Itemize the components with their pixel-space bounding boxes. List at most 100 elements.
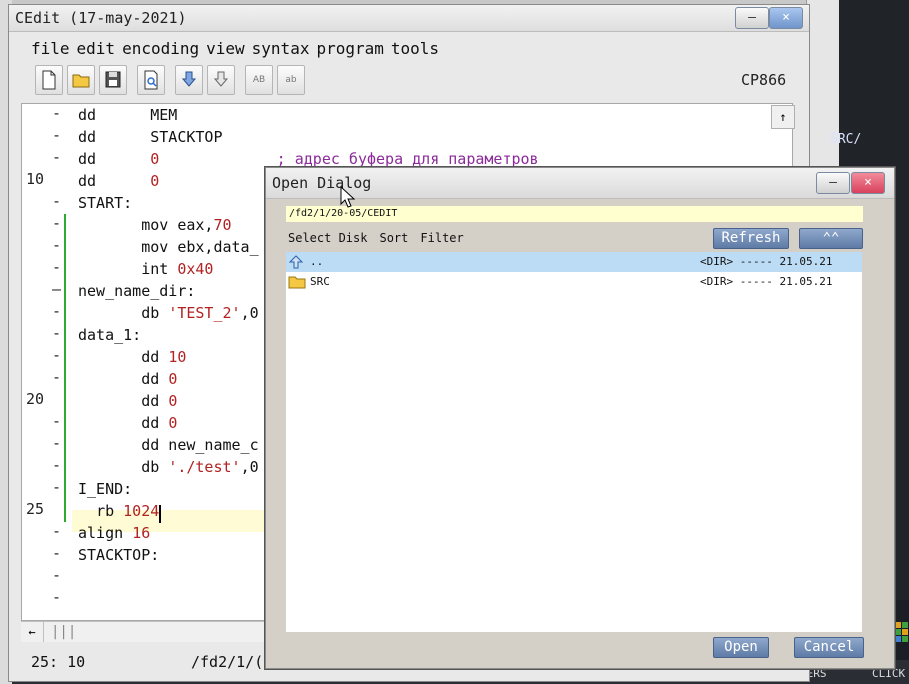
line-number: 10: [26, 170, 45, 188]
change-bar: [64, 214, 66, 236]
file-row[interactable]: SRC <DIR> ----- 21.05.21: [286, 272, 862, 292]
line-marker: -: [52, 104, 62, 122]
close-button[interactable]: ×: [769, 7, 803, 29]
code-text: mov ebx,data_: [141, 238, 259, 256]
line-marker: -: [52, 478, 62, 496]
code-line[interactable]: dd STACKTOP: [78, 126, 223, 148]
code-line[interactable]: mov ebx,data_: [78, 236, 259, 258]
code-text: dd: [141, 370, 169, 388]
dialog-title-bar[interactable]: Open Dialog – ×: [266, 168, 894, 199]
file-list[interactable]: .. <DIR> ----- 21.05.21 SRC <DIR> ----- …: [286, 252, 862, 632]
minimize-button[interactable]: –: [816, 172, 850, 194]
code-label: data_1:: [78, 326, 142, 344]
select-disk-option[interactable]: Select Disk: [288, 231, 367, 245]
new-file-icon: [42, 70, 56, 90]
scrollbar-grip[interactable]: |||: [51, 624, 76, 640]
menu-view[interactable]: view: [206, 39, 245, 58]
code-string: 'TEST_2': [168, 304, 241, 322]
text-caret: [159, 504, 162, 523]
gutter-row: -: [22, 456, 70, 478]
code-line[interactable]: dd 0: [78, 170, 159, 192]
move-out-button[interactable]: [207, 65, 235, 95]
encoding-label[interactable]: CP866: [741, 71, 786, 89]
code-line[interactable]: dd 10: [78, 346, 186, 368]
path-field[interactable]: /fd2/1/20-05/CEDIT: [286, 206, 863, 222]
menu-encoding[interactable]: encoding: [122, 39, 199, 58]
gutter-row: -: [22, 148, 70, 170]
code-text: db: [141, 458, 169, 476]
code-line[interactable]: data_1:: [78, 324, 141, 346]
code-text: align: [78, 524, 133, 542]
title-bar[interactable]: CEdit (17-may-2021) – ×: [9, 5, 809, 32]
code-number: 0: [150, 172, 160, 190]
gutter-row: -: [22, 258, 70, 280]
menu-file[interactable]: file: [31, 39, 70, 58]
menu-program[interactable]: program: [316, 39, 383, 58]
sort-option[interactable]: Sort: [379, 231, 408, 245]
change-bar: [64, 478, 66, 500]
file-name: SRC: [310, 275, 330, 288]
change-bar: [64, 456, 66, 478]
lowercase-button[interactable]: ab: [277, 65, 305, 95]
horizontal-scrollbar[interactable]: ← |||: [21, 621, 271, 642]
line-marker: -: [52, 324, 62, 342]
uppercase-button[interactable]: AB: [245, 65, 273, 95]
code-string: './test': [168, 458, 241, 476]
close-button[interactable]: ×: [851, 172, 885, 194]
scroll-up-button[interactable]: ↑: [771, 105, 795, 129]
code-line[interactable]: mov eax,70: [78, 214, 231, 236]
minimize-button[interactable]: –: [735, 7, 769, 29]
gutter-row: -: [22, 522, 70, 544]
code-line[interactable]: dd 0: [78, 368, 177, 390]
move-down-icon: [181, 71, 197, 87]
code-line[interactable]: dd 0: [78, 390, 177, 412]
code-line[interactable]: STACKTOP:: [78, 544, 159, 566]
code-line[interactable]: int 0x40: [78, 258, 213, 280]
move-out-icon: [213, 71, 229, 87]
save-button[interactable]: [99, 65, 127, 95]
change-bar: [64, 368, 66, 390]
menu-bar: file edit encoding view syntax program tools: [31, 39, 446, 58]
code-text: dd: [141, 392, 169, 410]
code-line[interactable]: I_END:: [78, 478, 132, 500]
line-marker: -: [52, 346, 62, 364]
menu-syntax[interactable]: syntax: [252, 39, 310, 58]
move-down-button[interactable]: [175, 65, 203, 95]
menu-edit[interactable]: edit: [77, 39, 116, 58]
line-marker: -: [52, 258, 62, 276]
code-line[interactable]: db './test',0: [78, 456, 258, 478]
code-line[interactable]: dd new_name_c: [78, 434, 258, 456]
gutter-row: -: [22, 544, 70, 566]
refresh-button[interactable]: Refresh: [713, 228, 789, 249]
open-folder-icon: [72, 74, 90, 88]
cancel-button[interactable]: Cancel: [794, 637, 864, 658]
line-marker: -: [52, 192, 62, 210]
line-marker: -: [52, 148, 62, 166]
code-line[interactable]: rb 1024: [78, 500, 162, 523]
gutter-row: -: [22, 368, 70, 390]
open-file-button[interactable]: [67, 65, 95, 95]
code-operand: STACKTOP: [150, 128, 223, 146]
code-text: db: [141, 304, 169, 322]
menu-tools[interactable]: tools: [391, 39, 439, 58]
new-file-button[interactable]: [35, 65, 63, 95]
code-line[interactable]: dd 0: [78, 412, 177, 434]
print-preview-button[interactable]: [137, 65, 165, 95]
folder-icon: [288, 276, 306, 289]
scroll-left-button[interactable]: ←: [21, 622, 44, 642]
filter-option[interactable]: Filter: [420, 231, 463, 245]
line-marker: -: [52, 544, 62, 562]
code-line[interactable]: dd MEM: [78, 104, 177, 126]
code-line[interactable]: db 'TEST_2',0: [78, 302, 258, 324]
parent-dir-button[interactable]: ⌃⌃: [799, 228, 863, 249]
line-number: 25: [26, 500, 45, 518]
code-number: 1024: [123, 502, 160, 520]
code-line[interactable]: align 16: [78, 522, 150, 544]
code-line[interactable]: START:: [78, 192, 132, 214]
code-number: 0: [150, 150, 160, 168]
file-row[interactable]: .. <DIR> ----- 21.05.21: [286, 252, 862, 272]
code-line[interactable]: new_name_dir:: [78, 280, 195, 302]
open-button[interactable]: Open: [713, 637, 769, 658]
